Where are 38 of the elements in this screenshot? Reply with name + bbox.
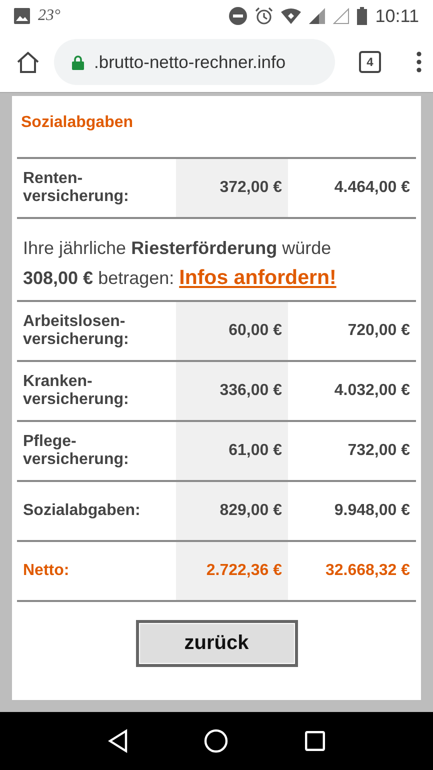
row-label: Kranken-versicherung:	[23, 373, 130, 409]
row-label: Pflege-versicherung:	[23, 433, 130, 469]
row-label: Arbeitslosen-versicherung:	[23, 313, 130, 349]
signal-icon	[309, 8, 326, 24]
info-text: Ihre jährliche Riesterförderung würde 308,00 € betragen: Infos anfordern!	[23, 237, 338, 291]
home-icon[interactable]	[16, 51, 40, 73]
yearly-amount: 720,00 €	[348, 322, 410, 340]
yearly-amount: 732,00 €	[348, 442, 410, 460]
wifi-icon	[281, 8, 302, 24]
address-bar[interactable]: .brutto-netto-rechner.info	[54, 39, 335, 85]
recent-apps-icon[interactable]	[304, 731, 325, 751]
yearly-amount: 9.948,00 €	[334, 502, 410, 520]
row-label: Renten-versicherung:	[23, 170, 130, 206]
monthly-amount: 372,00 €	[220, 179, 282, 197]
yearly-amount: 4.464,00 €	[334, 179, 410, 197]
info-link[interactable]: Infos anfordern!	[179, 266, 336, 289]
section-title: Sozialabgaben	[21, 114, 134, 133]
row-label: Sozialabgaben:	[23, 502, 140, 520]
yearly-amount: 32.668,32 €	[325, 562, 410, 580]
monthly-amount: 336,00 €	[220, 382, 282, 400]
monthly-amount: 61,00 €	[228, 442, 282, 460]
image-icon	[14, 8, 30, 24]
monthly-amount: 60,00 €	[228, 322, 282, 340]
battery-icon	[357, 7, 368, 25]
do-not-disturb-icon	[229, 7, 248, 25]
signal-empty-icon	[333, 8, 350, 24]
monthly-amount: 2.722,36 €	[206, 562, 282, 580]
back-button[interactable]: zurück	[136, 620, 298, 667]
temperature: 23°	[38, 7, 60, 25]
alarm-icon	[255, 7, 274, 25]
lock-icon	[72, 54, 84, 70]
clock: 10:11	[375, 6, 419, 26]
row-label: Netto:	[23, 562, 70, 580]
menu-icon[interactable]	[415, 51, 423, 73]
back-icon[interactable]	[108, 729, 128, 753]
tab-count-button[interactable]: 4	[359, 51, 381, 73]
monthly-amount: 829,00 €	[220, 502, 282, 520]
yearly-amount: 4.032,00 €	[334, 382, 410, 400]
